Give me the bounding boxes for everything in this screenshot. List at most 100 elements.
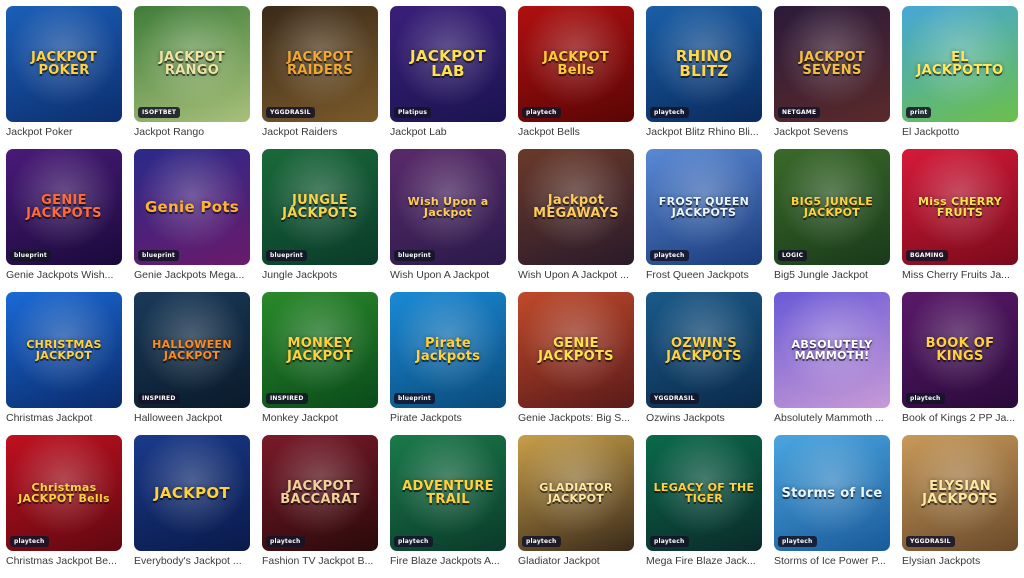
game-title[interactable]: Pirate Jackpots bbox=[390, 412, 506, 424]
game-thumbnail[interactable]: JACKPOT SEVENS NETGAME bbox=[774, 6, 890, 122]
game-thumbnail[interactable]: JACKPOT Bells playtech bbox=[518, 6, 634, 122]
game-tile[interactable]: JACKPOT SEVENS NETGAME Jackpot Sevens bbox=[774, 6, 890, 149]
game-tile[interactable]: JACKPOT LAB Platipus Jackpot Lab bbox=[390, 6, 506, 149]
provider-badge: NETGAME bbox=[778, 107, 821, 118]
game-thumbnail[interactable]: JACKPOT POKER bbox=[6, 6, 122, 122]
game-title[interactable]: Fashion TV Jackpot B... bbox=[262, 555, 378, 567]
game-thumbnail[interactable]: Pirate Jackpots blueprint bbox=[390, 292, 506, 408]
game-thumbnail[interactable]: JACKPOT bbox=[134, 435, 250, 551]
game-title[interactable]: Frost Queen Jackpots bbox=[646, 269, 762, 281]
game-tile[interactable]: JACKPOT Bells playtech Jackpot Bells bbox=[518, 6, 634, 149]
game-title[interactable]: Book of Kings 2 PP Ja... bbox=[902, 412, 1018, 424]
game-title[interactable]: Christmas Jackpot bbox=[6, 412, 122, 424]
game-logo: JACKPOT RANGO bbox=[158, 50, 226, 78]
game-thumbnail[interactable]: Genie Pots blueprint bbox=[134, 149, 250, 265]
game-tile[interactable]: JACKPOT Everybody's Jackpot ... bbox=[134, 435, 250, 578]
game-title[interactable]: El Jackpotto bbox=[902, 126, 1018, 138]
game-title[interactable]: Christmas Jackpot Be... bbox=[6, 555, 122, 567]
game-title[interactable]: Ozwins Jackpots bbox=[646, 412, 762, 424]
game-thumbnail[interactable]: LEGACY OF THE TIGER playtech bbox=[646, 435, 762, 551]
game-tile[interactable]: Jackpot MEGAWAYS Wish Upon A Jackpot ... bbox=[518, 149, 634, 292]
game-title[interactable]: Wish Upon A Jackpot ... bbox=[518, 269, 634, 281]
game-title[interactable]: Jackpot Poker bbox=[6, 126, 122, 138]
game-thumbnail[interactable]: Wish Upon a Jackpot blueprint bbox=[390, 149, 506, 265]
game-tile[interactable]: GENIE JACKPOTS blueprint Genie Jackpots Wi… bbox=[6, 149, 122, 292]
game-tile[interactable]: Wish Upon a Jackpot blueprint Wish Upon A … bbox=[390, 149, 506, 292]
game-title[interactable]: Genie Jackpots Wish... bbox=[6, 269, 122, 281]
game-title[interactable]: Jackpot Sevens bbox=[774, 126, 890, 138]
game-tile[interactable]: JACKPOT BACCARAT playtech Fashion TV Jackp… bbox=[262, 435, 378, 578]
game-logo: OZWIN'S JACKPOTS bbox=[666, 336, 742, 364]
game-title[interactable]: Mega Fire Blaze Jack... bbox=[646, 555, 762, 567]
game-tile[interactable]: JACKPOT RAIDERS YGGDRASIL Jackpot Raiders bbox=[262, 6, 378, 149]
game-tile[interactable]: OZWIN'S JACKPOTS YGGDRASIL Ozwins Jackpots bbox=[646, 292, 762, 435]
game-thumbnail[interactable]: ELYSIAN JACKPOTS YGGDRASIL bbox=[902, 435, 1018, 551]
game-thumbnail[interactable]: OZWIN'S JACKPOTS YGGDRASIL bbox=[646, 292, 762, 408]
game-title[interactable]: Gladiator Jackpot bbox=[518, 555, 634, 567]
game-thumbnail[interactable]: JACKPOT BACCARAT playtech bbox=[262, 435, 378, 551]
game-title[interactable]: Everybody's Jackpot ... bbox=[134, 555, 250, 567]
game-tile[interactable]: RHINO BLITZ playtech Jackpot Blitz Rhino B… bbox=[646, 6, 762, 149]
game-tile[interactable]: CHRISTMAS JACKPOT Christmas Jackpot bbox=[6, 292, 122, 435]
game-tile[interactable]: Pirate Jackpots blueprint Pirate Jackpots bbox=[390, 292, 506, 435]
game-tile[interactable]: EL JACKPOTTO print El Jackpotto bbox=[902, 6, 1018, 149]
game-thumbnail[interactable]: JACKPOT RAIDERS YGGDRASIL bbox=[262, 6, 378, 122]
game-tile[interactable]: JUNGLE JACKPOTS blueprint Jungle Jackpots bbox=[262, 149, 378, 292]
game-title[interactable]: Elysian Jackpots bbox=[902, 555, 1018, 567]
game-thumbnail[interactable]: EL JACKPOTTO print bbox=[902, 6, 1018, 122]
game-tile[interactable]: HALLOWEEN JACKPOT INSPIRED Halloween Jackp… bbox=[134, 292, 250, 435]
game-title[interactable]: Genie Jackpots: Big S... bbox=[518, 412, 634, 424]
game-thumbnail[interactable]: MONKEY JACKPOT INSPIRED bbox=[262, 292, 378, 408]
game-title[interactable]: Jackpot Blitz Rhino Bli... bbox=[646, 126, 762, 138]
game-title[interactable]: Jackpot Bells bbox=[518, 126, 634, 138]
game-thumbnail[interactable]: GENIE JACKPOTS bbox=[518, 292, 634, 408]
game-tile[interactable]: GENIE JACKPOTS Genie Jackpots: Big S... bbox=[518, 292, 634, 435]
game-thumbnail[interactable]: JACKPOT RANGO ISOFTBET bbox=[134, 6, 250, 122]
game-thumbnail[interactable]: JACKPOT LAB Platipus bbox=[390, 6, 506, 122]
game-thumbnail[interactable]: FROST QUEEN JACKPOTS playtech bbox=[646, 149, 762, 265]
game-tile[interactable]: JACKPOT RANGO ISOFTBET Jackpot Rango bbox=[134, 6, 250, 149]
game-thumbnail[interactable]: Storms of Ice playtech bbox=[774, 435, 890, 551]
game-tile[interactable]: BOOK OF KINGS playtech Book of Kings 2 PP … bbox=[902, 292, 1018, 435]
game-thumbnail[interactable]: RHINO BLITZ playtech bbox=[646, 6, 762, 122]
game-thumbnail[interactable]: JUNGLE JACKPOTS blueprint bbox=[262, 149, 378, 265]
game-tile[interactable]: Christmas JACKPOT Bells playtech Christmas… bbox=[6, 435, 122, 578]
game-thumbnail[interactable]: BIG5 JUNGLE JACKPOT LOGIC bbox=[774, 149, 890, 265]
game-title[interactable]: Jackpot Raiders bbox=[262, 126, 378, 138]
game-title[interactable]: Storms of Ice Power P... bbox=[774, 555, 890, 567]
game-thumbnail[interactable]: Miss CHERRY FRUITS BGAMING bbox=[902, 149, 1018, 265]
game-thumbnail[interactable]: ADVENTURE TRAIL playtech bbox=[390, 435, 506, 551]
game-title[interactable]: Big5 Jungle Jackpot bbox=[774, 269, 890, 281]
game-tile[interactable]: BIG5 JUNGLE JACKPOT LOGIC Big5 Jungle Jack… bbox=[774, 149, 890, 292]
game-tile[interactable]: LEGACY OF THE TIGER playtech Mega Fire Bla… bbox=[646, 435, 762, 578]
game-tile[interactable]: Genie Pots blueprint Genie Jackpots Mega..… bbox=[134, 149, 250, 292]
game-thumbnail[interactable]: Christmas JACKPOT Bells playtech bbox=[6, 435, 122, 551]
game-thumbnail[interactable]: ABSOLUTELY MAMMOTH! bbox=[774, 292, 890, 408]
game-tile[interactable]: ABSOLUTELY MAMMOTH! Absolutely Mammoth ..… bbox=[774, 292, 890, 435]
game-thumbnail[interactable]: Jackpot MEGAWAYS bbox=[518, 149, 634, 265]
game-logo: GENIE JACKPOTS bbox=[538, 336, 614, 364]
game-thumbnail[interactable]: HALLOWEEN JACKPOT INSPIRED bbox=[134, 292, 250, 408]
game-title[interactable]: Jungle Jackpots bbox=[262, 269, 378, 281]
game-thumbnail[interactable]: GLADIATOR JACKPOT playtech bbox=[518, 435, 634, 551]
game-title[interactable]: Wish Upon A Jackpot bbox=[390, 269, 506, 281]
game-tile[interactable]: FROST QUEEN JACKPOTS playtech Frost Queen … bbox=[646, 149, 762, 292]
game-thumbnail[interactable]: GENIE JACKPOTS blueprint bbox=[6, 149, 122, 265]
game-title[interactable]: Jackpot Lab bbox=[390, 126, 506, 138]
game-title[interactable]: Monkey Jackpot bbox=[262, 412, 378, 424]
game-title[interactable]: Halloween Jackpot bbox=[134, 412, 250, 424]
game-thumbnail[interactable]: CHRISTMAS JACKPOT bbox=[6, 292, 122, 408]
game-title[interactable]: Fire Blaze Jackpots A... bbox=[390, 555, 506, 567]
game-tile[interactable]: ELYSIAN JACKPOTS YGGDRASIL Elysian Jackpot… bbox=[902, 435, 1018, 578]
game-title[interactable]: Miss Cherry Fruits Ja... bbox=[902, 269, 1018, 281]
game-tile[interactable]: GLADIATOR JACKPOT playtech Gladiator Jackp… bbox=[518, 435, 634, 578]
game-tile[interactable]: Miss CHERRY FRUITS BGAMING Miss Cherry Fru… bbox=[902, 149, 1018, 292]
game-title[interactable]: Jackpot Rango bbox=[134, 126, 250, 138]
game-thumbnail[interactable]: BOOK OF KINGS playtech bbox=[902, 292, 1018, 408]
game-tile[interactable]: JACKPOT POKER Jackpot Poker bbox=[6, 6, 122, 149]
game-tile[interactable]: MONKEY JACKPOT INSPIRED Monkey Jackpot bbox=[262, 292, 378, 435]
game-title[interactable]: Genie Jackpots Mega... bbox=[134, 269, 250, 281]
game-tile[interactable]: Storms of Ice playtech Storms of Ice Power… bbox=[774, 435, 890, 578]
game-tile[interactable]: ADVENTURE TRAIL playtech Fire Blaze Jackpo… bbox=[390, 435, 506, 578]
game-title[interactable]: Absolutely Mammoth ... bbox=[774, 412, 890, 424]
